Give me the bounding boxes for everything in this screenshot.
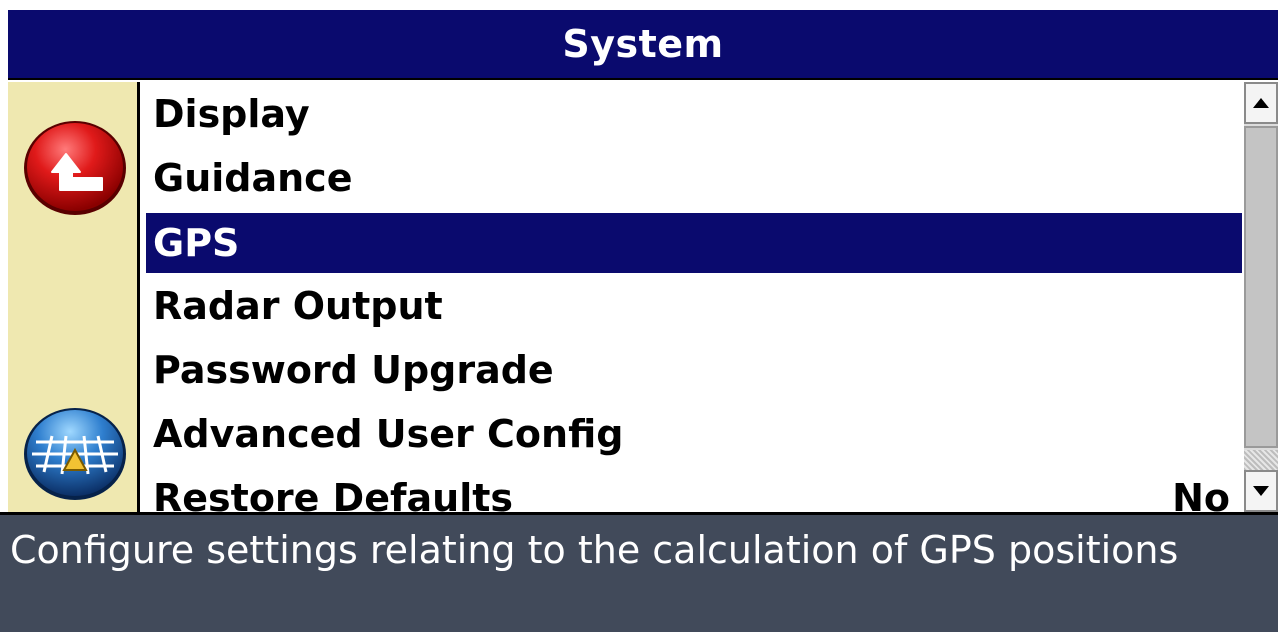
menu-scrollbar[interactable] (1244, 82, 1278, 512)
menu-item-display[interactable]: Display (146, 84, 1242, 144)
menu-item-gps[interactable]: GPS (146, 213, 1242, 273)
menu-item-label: Guidance (153, 156, 353, 200)
help-description-text: Configure settings relating to the calcu… (10, 528, 1179, 572)
menu-item-label: Restore Defaults (153, 476, 514, 512)
triangle-up-icon (1253, 98, 1269, 108)
menu-item-label: Display (153, 92, 310, 136)
menu-item-label: GPS (153, 221, 240, 265)
scroll-thumb[interactable] (1244, 126, 1278, 448)
title-bar: System (8, 10, 1278, 80)
menu-item-restore-defaults[interactable]: Restore Defaults No (146, 468, 1242, 512)
menu-item-value: No (1172, 476, 1230, 512)
scroll-up-button[interactable] (1244, 82, 1278, 124)
scroll-track[interactable] (1244, 450, 1278, 470)
settings-menu-list: Display Guidance GPS Radar Output Passwo… (140, 82, 1244, 512)
menu-item-radar-output[interactable]: Radar Output (146, 276, 1242, 336)
system-screen: System Display Guidance GPS Radar Output… (0, 0, 1278, 632)
triangle-down-icon (1253, 486, 1269, 496)
scroll-down-button[interactable] (1244, 470, 1278, 512)
menu-item-password-upgrade[interactable]: Password Upgrade (146, 340, 1242, 400)
field-map-icon (24, 408, 126, 500)
field-map-button[interactable] (22, 402, 128, 502)
menu-item-label: Password Upgrade (153, 348, 554, 392)
menu-item-label: Radar Output (153, 284, 443, 328)
left-button-panel (8, 82, 140, 512)
back-button[interactable] (22, 118, 128, 218)
back-arrow-icon (24, 121, 126, 215)
menu-item-label: Advanced User Config (153, 412, 624, 456)
help-description-bar: Configure settings relating to the calcu… (0, 512, 1278, 632)
menu-item-advanced-user-config[interactable]: Advanced User Config (146, 404, 1242, 464)
page-title: System (562, 22, 724, 66)
menu-item-guidance[interactable]: Guidance (146, 148, 1242, 208)
